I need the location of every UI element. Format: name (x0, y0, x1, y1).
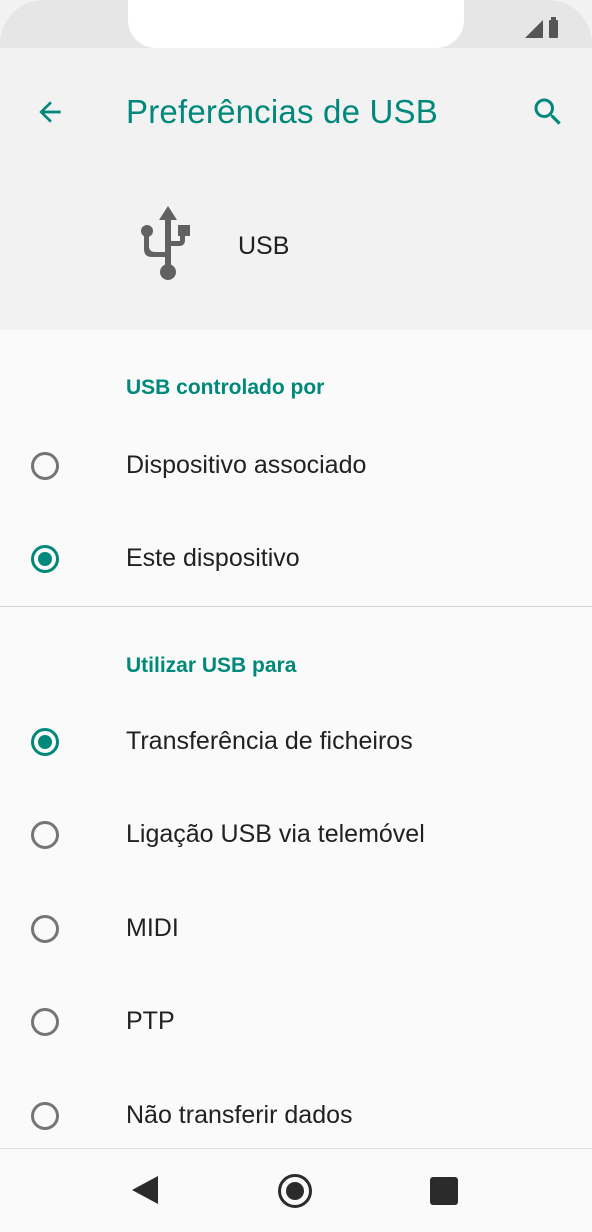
radio-option-label: Transferência de ficheiros (126, 727, 413, 755)
signal-icon (525, 20, 543, 38)
radio-button[interactable] (31, 1102, 59, 1130)
radio-option-label: Ligação USB via telemóvel (126, 820, 425, 848)
radio-option-label: MIDI (126, 914, 179, 942)
radio-button[interactable] (31, 1008, 59, 1036)
usb-icon (141, 206, 190, 280)
radio-option-file-transfer[interactable]: Transferência de ficheiros (0, 698, 592, 790)
page-title: Preferências de USB (126, 93, 438, 130)
radio-option-usb-tethering[interactable]: Ligação USB via telemóvel (0, 791, 592, 883)
radio-option-this-device[interactable]: Este dispositivo (0, 515, 592, 607)
nav-back-icon[interactable] (132, 1176, 158, 1204)
radio-button-selected[interactable] (31, 545, 59, 573)
radio-option-midi[interactable]: MIDI (0, 885, 592, 977)
status-bar (0, 0, 592, 64)
radio-option-label: Dispositivo associado (126, 451, 367, 479)
display-notch (128, 0, 464, 48)
nav-recents-icon[interactable] (430, 1177, 458, 1205)
search-icon (534, 98, 561, 125)
radio-button[interactable] (31, 915, 59, 943)
arrow-back-icon (39, 101, 61, 123)
search-button[interactable] (524, 88, 572, 136)
section-title-usb-controlled-by: USB controlado por (126, 376, 325, 399)
screen: Preferências de USB USB USB controlado p… (0, 0, 592, 1232)
app-bar: Preferências de USB (0, 64, 592, 160)
radio-button-selected[interactable] (31, 728, 59, 756)
nav-home-icon[interactable] (278, 1174, 312, 1208)
radio-button[interactable] (31, 821, 59, 849)
battery-icon (549, 17, 558, 38)
radio-option-label: Este dispositivo (126, 544, 300, 572)
section-title-use-usb-for: Utilizar USB para (126, 654, 297, 677)
back-button[interactable] (26, 88, 74, 136)
status-bar-strip (0, 48, 592, 64)
usb-label: USB (238, 232, 290, 260)
radio-option-ptp[interactable]: PTP (0, 978, 592, 1070)
radio-option-label: PTP (126, 1007, 175, 1035)
radio-button[interactable] (31, 452, 59, 480)
radio-option-label: Não transferir dados (126, 1101, 353, 1129)
section-divider (0, 606, 592, 607)
usb-header: USB (0, 160, 592, 330)
navigation-bar (0, 1148, 592, 1232)
status-icons (525, 17, 558, 38)
radio-option-paired-device[interactable]: Dispositivo associado (0, 422, 592, 514)
